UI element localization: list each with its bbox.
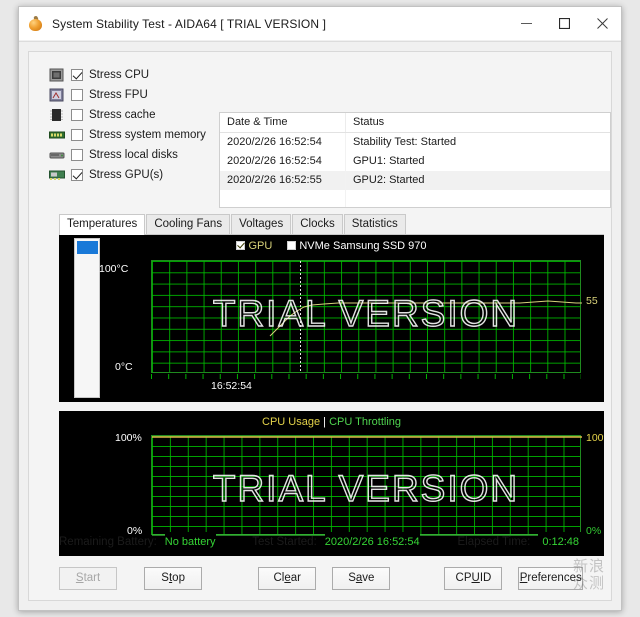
test-started-label: Test Started: (252, 536, 317, 548)
preferences-button[interactable]: Preferences (518, 566, 583, 590)
tab-statistics[interactable]: Statistics (343, 214, 406, 234)
legend-item-nvme[interactable]: NVMe Samsung SSD 970 (287, 239, 427, 253)
clear-button[interactable]: Cl e ar (258, 566, 317, 590)
chart-tabs: Temperatures Cooling Fans Voltages Clock… (59, 214, 604, 235)
stress-cache-label: Stress cache (89, 109, 156, 121)
stress-option-gpu[interactable]: Stress GPU(s) (49, 166, 201, 184)
log-header-row: Date & Time Status (220, 113, 610, 133)
elapsed-time-value: 0:12:48 (538, 532, 583, 552)
legend-label-cpu-usage[interactable]: CPU Usage (262, 416, 320, 428)
aida64-stability-test-window: System Stability Test - AIDA64 [ TRIAL V… (18, 6, 622, 611)
save-button[interactable]: Sa ve (332, 566, 391, 590)
table-row[interactable]: 2020/2/26 16:52:54 Stability Test: Start… (220, 133, 610, 152)
stress-disks-checkbox[interactable] (71, 149, 83, 161)
close-button[interactable] (583, 7, 621, 41)
stress-memory-label: Stress system memory (89, 129, 206, 141)
minimize-button[interactable] (507, 7, 545, 41)
tab-cooling-fans[interactable]: Cooling Fans (146, 214, 231, 234)
legend-separator: | (323, 416, 326, 428)
window-title: System Stability Test - AIDA64 [ TRIAL V… (52, 16, 327, 31)
cache-icon (49, 108, 65, 122)
stress-gpu-label: Stress GPU(s) (89, 169, 164, 181)
start-button[interactable]: Start (59, 566, 118, 590)
stress-option-cache[interactable]: Stress cache (49, 106, 201, 124)
stress-disks-label: Stress local disks (89, 149, 178, 161)
status-strip: Remaining Battery: No battery Test Start… (59, 531, 583, 553)
legend-label-cpu-throttling[interactable]: CPU Throttling (329, 416, 401, 428)
charts-container: GPU NVMe Samsung SSD 970 100°C 0°C TRIAL… (59, 235, 604, 556)
cpu-y-axis-bottom-right-label: 0% (586, 525, 602, 537)
cpuid-button[interactable]: CP U ID (444, 566, 503, 590)
temperature-plot-area: TRIAL VERSION (151, 260, 582, 373)
disk-icon (49, 148, 65, 162)
content-panel: Stress CPU Stress FPU Stress cache Stres… (28, 51, 612, 601)
battery-label: Remaining Battery: (59, 536, 157, 548)
tab-clocks[interactable]: Clocks (292, 214, 343, 234)
cpu-chart-legend: CPU Usage | CPU Throttling (59, 415, 604, 429)
temp-current-value: 55 (586, 295, 598, 307)
legend-checkbox-gpu[interactable] (236, 241, 246, 250)
temp-x-axis-label: 16:52:54 (211, 380, 252, 392)
button-bar: Start St op Cl e ar Sa ve CP U ID Preferences (59, 566, 583, 590)
title-bar: System Stability Test - AIDA64 [ TRIAL V… (19, 7, 621, 41)
log-cell-datetime: 2020/2/26 16:52:55 (220, 171, 346, 190)
stress-option-fpu[interactable]: Stress FPU (49, 86, 201, 104)
battery-value: No battery (164, 532, 216, 552)
temperature-series-gpu (269, 300, 582, 337)
tab-temperatures[interactable]: Temperatures (59, 214, 146, 235)
log-column-datetime: Date & Time (220, 113, 346, 132)
log-cell-status: GPU2: Started (353, 174, 425, 186)
event-log-table[interactable]: Date & Time Status 2020/2/26 16:52:54 St… (219, 112, 611, 208)
stress-memory-checkbox[interactable] (71, 129, 83, 141)
table-row[interactable]: 2020/2/26 16:52:54 GPU1: Started (220, 152, 610, 171)
sensor-selector-list[interactable] (74, 238, 100, 398)
stress-cache-checkbox[interactable] (71, 109, 83, 121)
cpu-series-lines (152, 436, 582, 536)
temperature-chart-legend: GPU NVMe Samsung SSD 970 (59, 239, 604, 253)
stress-cpu-label: Stress CPU (89, 69, 150, 81)
stress-option-memory[interactable]: Stress system memory (49, 126, 206, 144)
cpu-plot-area: TRIAL VERSION (151, 435, 582, 536)
legend-label-gpu: GPU (248, 240, 273, 252)
gpu-icon (49, 168, 65, 182)
window-client-area: Stress CPU Stress FPU Stress cache Stres… (19, 41, 621, 610)
window-controls (507, 7, 621, 41)
log-cell-datetime: 2020/2/26 16:52:54 (220, 152, 346, 171)
legend-item-gpu[interactable]: GPU (236, 239, 272, 253)
stress-cpu-checkbox[interactable] (71, 69, 83, 81)
temp-y-axis-bottom-label: 0°C (115, 361, 133, 373)
cpu-y-axis-top-right-label: 100% (586, 432, 604, 444)
stress-fpu-label: Stress FPU (89, 89, 148, 101)
table-row[interactable]: 2020/2/26 16:52:55 GPU2: Started (220, 171, 610, 190)
log-cell-status: GPU1: Started (353, 155, 425, 167)
maximize-button[interactable] (545, 7, 583, 41)
tab-voltages[interactable]: Voltages (231, 214, 292, 234)
flame-icon (28, 14, 44, 32)
log-empty-row (220, 190, 610, 207)
temperature-x-axis-ticks (151, 374, 581, 379)
log-cell-status: Stability Test: Started (353, 136, 457, 148)
temperature-chart-panel: GPU NVMe Samsung SSD 970 100°C 0°C TRIAL… (59, 235, 604, 402)
legend-label-nvme: NVMe Samsung SSD 970 (299, 240, 427, 252)
legend-checkbox-nvme[interactable] (287, 241, 297, 250)
stress-gpu-checkbox[interactable] (71, 169, 83, 181)
cpu-y-axis-top-left-label: 100% (115, 432, 142, 444)
memory-icon (49, 128, 65, 142)
log-cell-datetime: 2020/2/26 16:52:54 (220, 133, 346, 152)
stress-option-cpu[interactable]: Stress CPU (49, 66, 201, 84)
test-started-value: 2020/2/26 16:52:54 (324, 532, 420, 552)
fpu-icon (49, 88, 65, 102)
stress-option-disks[interactable]: Stress local disks (49, 146, 201, 164)
cpu-icon (49, 68, 65, 82)
stress-fpu-checkbox[interactable] (71, 89, 83, 101)
stop-button[interactable]: St op (144, 566, 203, 590)
log-column-status: Status (353, 116, 385, 128)
stress-options-list: Stress CPU Stress FPU Stress cache Stres… (49, 66, 206, 186)
elapsed-time-label: Elapsed Time: (457, 536, 531, 548)
temp-y-axis-top-label: 100°C (99, 263, 129, 275)
